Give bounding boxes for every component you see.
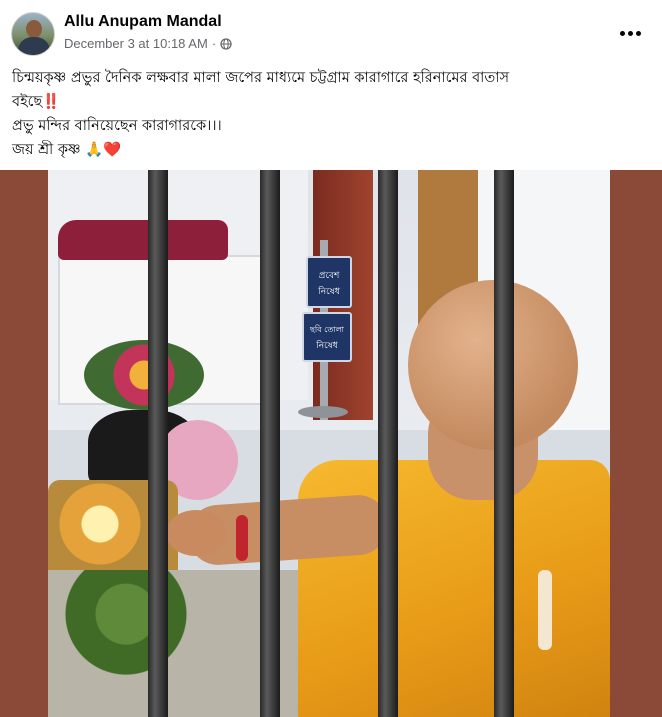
flower-garland	[84, 340, 204, 410]
jail-bar	[260, 170, 280, 717]
altar-cloth	[58, 220, 228, 260]
caption-text-1: চিন্ময়কৃষ্ণ প্রভুর দৈনিক লক্ষবার মালা জ…	[12, 70, 510, 86]
jail-bar	[378, 170, 398, 717]
post-header: Allu Anupam Mandal December 3 at 10:18 A…	[0, 0, 662, 62]
more-dot-2	[627, 30, 633, 36]
svg-text:নিষেধ: নিষেধ	[315, 340, 339, 351]
red-bangle	[236, 515, 248, 561]
jail-bar	[148, 170, 168, 717]
sign-pole-base	[298, 406, 348, 418]
jail-bar	[494, 170, 514, 717]
svg-text:নিষেধ: নিষেধ	[317, 286, 341, 297]
more-dot-3	[635, 30, 641, 36]
avatar-body	[18, 37, 50, 55]
post-timestamp-link[interactable]: December 3 at 10:18 AM	[64, 36, 208, 51]
globe-icon[interactable]	[220, 37, 232, 50]
author-avatar[interactable]	[11, 12, 55, 56]
more-horizontal-icon	[619, 30, 625, 36]
svg-text:ছবি তোলা: ছবি তোলা	[309, 325, 345, 334]
folded-hands-icon: 🙏	[85, 142, 104, 158]
author-name-link[interactable]: Allu Anupam Mandal	[64, 13, 222, 31]
sign-no-photo-text: ছবি তোলা নিষেধ	[309, 325, 345, 351]
monk-head	[408, 280, 578, 450]
double-exclamation-icon: ‼️	[42, 94, 61, 110]
sign-no-entry-text: প্রবেশ নিষেধ	[317, 271, 341, 297]
meta-separator: ·	[211, 36, 217, 51]
post-caption: চিন্ময়কৃষ্ণ প্রভুর দৈনিক লক্ষবার মালা জ…	[12, 66, 652, 162]
monk-hand	[166, 510, 226, 556]
red-heart-icon: ❤️	[103, 142, 122, 158]
post-meta: December 3 at 10:18 AM ·	[64, 36, 232, 51]
tilak-mark	[538, 570, 552, 650]
caption-text-4: জয় শ্রী কৃষ্ণ	[12, 142, 81, 158]
sign-no-photo: ছবি তোলা নিষেধ	[302, 312, 352, 362]
caption-line-2: বইছে‼️	[12, 90, 652, 114]
sign-no-entry: প্রবেশ নিষেধ	[306, 256, 352, 308]
avatar-head	[26, 20, 42, 38]
caption-line-3: প্রভু মন্দির বানিয়েছেন কারাগারকে।।।	[12, 114, 652, 138]
caption-text-2: বইছে	[12, 94, 43, 110]
caption-line-4: জয় শ্রী কৃষ্ণ 🙏❤️	[12, 138, 652, 162]
caption-line-1: চিন্ময়কৃষ্ণ প্রভুর দৈনিক লক্ষবার মালা জ…	[12, 66, 652, 90]
photo-scene: প্রবেশ নিষেধ ছবি তোলা নিষেধ	[48, 170, 610, 717]
more-options-button[interactable]	[612, 20, 648, 46]
caption-text-3: প্রভু মন্দির বানিয়েছেন কারাগারকে।।।	[12, 118, 222, 134]
svg-text:প্রবেশ: প্রবেশ	[319, 271, 340, 281]
post-photo[interactable]: প্রবেশ নিষেধ ছবি তোলা নিষেধ	[0, 170, 662, 717]
